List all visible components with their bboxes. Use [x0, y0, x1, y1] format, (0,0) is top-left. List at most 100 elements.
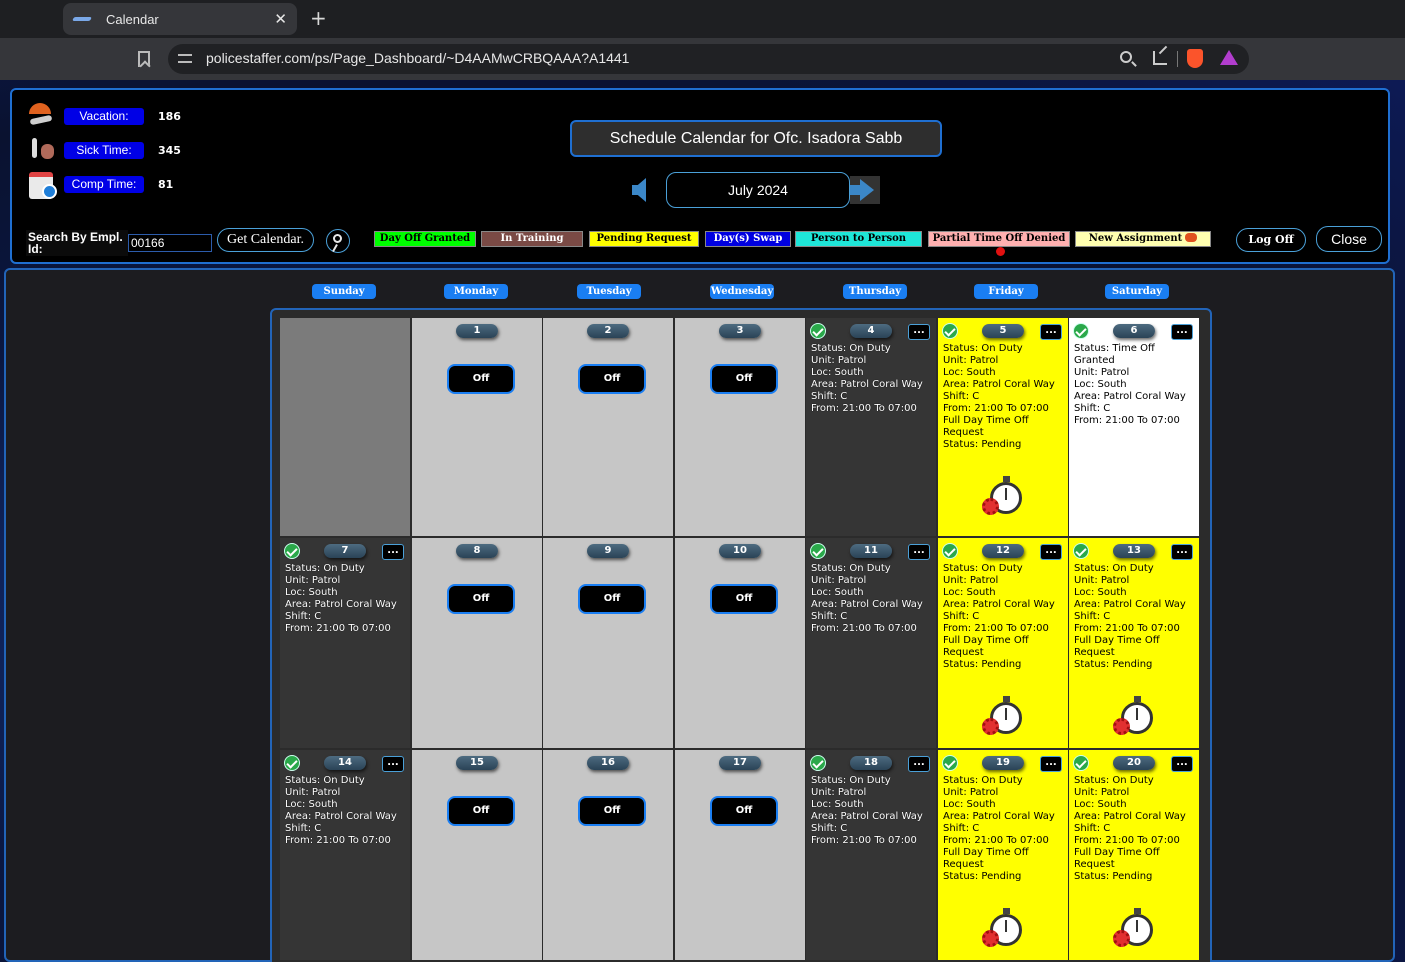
- date-number: 4: [850, 324, 892, 338]
- off-badge[interactable]: Off: [447, 796, 515, 826]
- site-settings-icon[interactable]: [178, 52, 192, 66]
- detail-line: Status: Pending: [943, 439, 1022, 450]
- check-icon: [942, 755, 958, 771]
- date-number: 9: [587, 544, 629, 558]
- check-icon: [284, 755, 300, 771]
- key-icon: [333, 234, 342, 243]
- calendar-cell-2[interactable]: 2 Off: [543, 318, 673, 536]
- omnibox[interactable]: policestaffer.com/ps/Page_Dashboard/~D4A…: [168, 44, 1249, 74]
- calendar-cell-19[interactable]: 19... Status: On Duty Unit: Patrol Loc: Sou…: [938, 750, 1068, 960]
- detail-line: Area: Patrol Coral Way: [811, 811, 923, 822]
- off-badge[interactable]: Off: [578, 364, 646, 394]
- detail-line: Full Day Time Off: [943, 635, 1029, 646]
- share-icon[interactable]: [1153, 51, 1167, 65]
- calendar-cell-7[interactable]: 7... Status: On Duty Unit: Patrol Loc: Sout…: [280, 538, 410, 748]
- legend-partial-time-off-denied: Partial Time Off Denied: [928, 231, 1070, 256]
- more-options-button[interactable]: ...: [382, 756, 404, 772]
- detail-line: Status: On Duty: [1074, 775, 1154, 786]
- detail-line: Shift: C: [943, 823, 980, 834]
- calendar-cell-4[interactable]: 4... Status: On Duty Unit: Patrol Loc: Sout…: [806, 318, 936, 536]
- calendar-cell-13[interactable]: 13... Status: On Duty Unit: Patrol Loc: Sou…: [1069, 538, 1199, 748]
- calendar-cell-9[interactable]: 9 Off: [543, 538, 673, 748]
- detail-line: Area: Patrol Coral Way: [943, 811, 1055, 822]
- calendar-cell-17[interactable]: 17 Off: [675, 750, 805, 960]
- next-month-button[interactable]: [850, 176, 880, 204]
- browser-tab-bar: Calendar ✕ +: [0, 0, 1405, 38]
- more-options-button[interactable]: ...: [1040, 756, 1062, 772]
- off-badge[interactable]: Off: [578, 796, 646, 826]
- brave-shields-icon[interactable]: [1187, 49, 1203, 68]
- calendar-cell-16[interactable]: 16 Off: [543, 750, 673, 960]
- zoom-icon[interactable]: [1120, 51, 1132, 63]
- more-options-button[interactable]: ...: [1171, 324, 1193, 340]
- more-options-button[interactable]: ...: [1171, 756, 1193, 772]
- calendar-cell-10[interactable]: 10 Off: [675, 538, 805, 748]
- detail-line: Area: Patrol Coral Way: [285, 811, 397, 822]
- off-badge[interactable]: Off: [710, 796, 778, 826]
- vacation-value: 186: [158, 109, 181, 123]
- detail-line: From: 21:00 To 07:00: [811, 835, 917, 846]
- calendar-cell-12[interactable]: 12... Status: On Duty Unit: Patrol Loc: Sou…: [938, 538, 1068, 748]
- previous-month-arrow-icon[interactable]: [632, 178, 646, 202]
- close-button[interactable]: Close: [1316, 226, 1382, 252]
- app-area: Vacation: 186 Sick Time: 345 Comp Time: …: [0, 80, 1405, 962]
- detail-line: Loc: South: [285, 799, 338, 810]
- get-calendar-button[interactable]: Get Calendar.: [217, 228, 314, 252]
- browser-tab[interactable]: Calendar ✕: [63, 3, 297, 35]
- employee-id-input[interactable]: [128, 234, 212, 252]
- calendar-cell-6[interactable]: 6... Status: Time Off Granted Unit: Patrol L…: [1069, 318, 1199, 536]
- off-badge[interactable]: Off: [578, 584, 646, 614]
- detail-line: Status: Pending: [943, 659, 1022, 670]
- check-icon: [1073, 755, 1089, 771]
- close-tab-icon[interactable]: ✕: [274, 10, 287, 28]
- date-number: 11: [850, 544, 892, 558]
- calendar-cell-20[interactable]: 20... Status: On Duty Unit: Patrol Loc: Sou…: [1069, 750, 1199, 960]
- page-title: Schedule Calendar for Ofc. Isadora Sabb: [570, 120, 942, 157]
- more-options-button[interactable]: ...: [1040, 544, 1062, 560]
- detail-line: Full Day Time Off: [943, 847, 1029, 858]
- calendar-cell-3[interactable]: 3 Off: [675, 318, 805, 536]
- detail-line: Unit: Patrol: [943, 355, 999, 366]
- more-options-button[interactable]: ...: [1171, 544, 1193, 560]
- detail-line: Unit: Patrol: [943, 575, 999, 586]
- new-tab-button[interactable]: +: [310, 6, 327, 30]
- detail-line: Loc: South: [1074, 379, 1127, 390]
- off-badge[interactable]: Off: [447, 364, 515, 394]
- shift-details: Status: On Duty Unit: Patrol Loc: South Are…: [811, 775, 935, 847]
- calendar-cell-15[interactable]: 15 Off: [412, 750, 542, 960]
- off-badge[interactable]: Off: [710, 364, 778, 394]
- detail-line: Unit: Patrol: [1074, 367, 1130, 378]
- detail-line: Status: On Duty: [811, 343, 891, 354]
- shift-details: Status: On Duty Unit: Patrol Loc: South Are…: [285, 775, 409, 847]
- log-off-button[interactable]: Log Off: [1236, 228, 1306, 252]
- more-options-button[interactable]: ...: [1040, 324, 1062, 340]
- url-text[interactable]: policestaffer.com/ps/Page_Dashboard/~D4A…: [206, 50, 629, 66]
- detail-line: Unit: Patrol: [1074, 575, 1130, 586]
- detail-line: Status: Pending: [943, 871, 1022, 882]
- calendar-cell-1[interactable]: 1 Off: [412, 318, 542, 536]
- bookmark-icon[interactable]: [138, 51, 150, 67]
- calendar-cell-11[interactable]: 11... Status: On Duty Unit: Patrol Loc: Sou…: [806, 538, 936, 748]
- off-badge[interactable]: Off: [710, 584, 778, 614]
- key-button[interactable]: [326, 229, 350, 253]
- calendar-cell-8[interactable]: 8 Off: [412, 538, 542, 748]
- shift-details: Status: On Duty Unit: Patrol Loc: South Are…: [943, 775, 1067, 883]
- detail-line: Status: Time Off: [1074, 343, 1155, 354]
- day-header-saturday: Saturday: [1105, 284, 1169, 299]
- check-icon: [1073, 543, 1089, 559]
- detail-line: From: 21:00 To 07:00: [943, 835, 1049, 846]
- more-options-button[interactable]: ...: [908, 756, 930, 772]
- day-header-monday: Monday: [444, 284, 508, 299]
- calendar-cell-18[interactable]: 18... Status: On Duty Unit: Patrol Loc: Sou…: [806, 750, 936, 960]
- off-badge[interactable]: Off: [447, 584, 515, 614]
- more-options-button[interactable]: ...: [908, 544, 930, 560]
- more-options-button[interactable]: ...: [382, 544, 404, 560]
- calendar-cell-5[interactable]: 5... Status: On Duty Unit: Patrol Loc: Sout…: [938, 318, 1068, 536]
- calendar-clock-icon: [26, 170, 57, 199]
- detail-line: Status: On Duty: [943, 775, 1023, 786]
- more-options-button[interactable]: ...: [908, 324, 930, 340]
- calendar-cell-14[interactable]: 14... Status: On Duty Unit: Patrol Loc: Sou…: [280, 750, 410, 960]
- search-label: Search By Empl. Id:: [26, 230, 128, 256]
- detail-line: Shift: C: [1074, 611, 1111, 622]
- brave-rewards-icon[interactable]: [1220, 50, 1238, 65]
